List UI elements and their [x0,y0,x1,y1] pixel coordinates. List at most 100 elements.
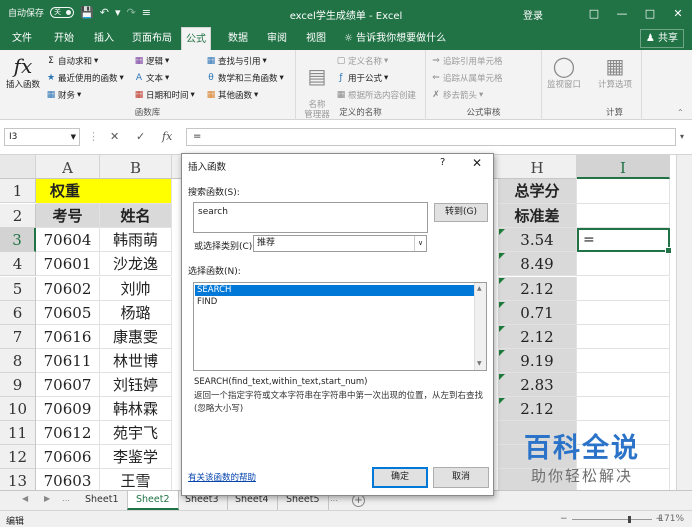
list-item-search[interactable]: SEARCH [195,285,475,296]
scroll-down-icon[interactable]: ▼ [477,360,482,367]
insert-function-button[interactable]: fx 插入函数 [3,54,43,90]
enter-check-icon[interactable]: ✓ [136,128,145,146]
row-header-9[interactable]: 9 [0,373,36,397]
login-link[interactable]: 登录 [523,7,543,22]
cell-std[interactable]: 9.19 [498,349,577,373]
cell-i[interactable] [577,349,670,373]
name-box[interactable]: I3 ▼ [4,128,80,146]
cell-id[interactable]: 70609 [36,397,100,421]
row-header-10[interactable]: 10 [0,397,36,421]
row-header-6[interactable]: 6 [0,301,36,325]
cell-i2[interactable] [577,204,670,228]
row-header-8[interactable]: 8 [0,349,36,373]
cell-h1[interactable]: 总学分 [498,179,577,204]
cell-name[interactable]: 林世博 [100,349,172,373]
cell-std[interactable]: 2.12 [498,277,577,301]
cell-id[interactable]: 70606 [36,445,100,469]
share-button[interactable]: ♟ 共享 [639,29,684,48]
formula-input[interactable]: = [186,128,676,146]
cell-id[interactable]: 70616 [36,325,100,349]
tab-formulas[interactable]: 公式 [181,27,211,50]
zoom-out-icon[interactable]: − [560,514,568,524]
minimize-icon[interactable]: — [608,0,636,27]
lookup-button[interactable]: ▦ 查找与引用 ▾ [206,55,267,67]
cell-i1[interactable] [577,179,670,204]
tab-view[interactable]: 视图 [302,27,330,50]
cell-name[interactable]: 康惠雯 [100,325,172,349]
cell-i[interactable] [577,252,670,276]
cell-id[interactable]: 70605 [36,301,100,325]
row-header-5[interactable]: 5 [0,277,36,301]
goto-button[interactable]: 转到(G) [434,203,488,222]
cell-std[interactable]: 8.49 [498,252,577,276]
cell-name[interactable]: 韩林霖 [100,397,172,421]
cell-name[interactable]: 沙龙逸 [100,252,172,276]
logical-button[interactable]: ▦ 逻辑 ▾ [134,55,170,67]
use-in-formula-button[interactable]: ƒ 用于公式 ▾ [336,72,388,84]
tab-file[interactable]: 文件 [8,27,36,50]
recent-functions-button[interactable]: ★ 最近使用的函数 ▾ [46,72,124,84]
cell-b2[interactable]: 姓名 [100,204,172,228]
collapse-ribbon-icon[interactable]: ⌃ [677,108,684,117]
tab-data[interactable]: 数据 [224,27,252,50]
trace-precedents-button[interactable]: ⇒ 追踪引用单元格 [431,55,502,67]
tab-page-layout[interactable]: 页面布局 [128,27,176,50]
cell-std[interactable]: 2.83 [498,373,577,397]
scroll-up-icon[interactable]: ▲ [477,285,482,292]
cell-std[interactable]: 2.12 [498,325,577,349]
function-list[interactable]: SEARCH FIND ▲ ▼ [193,282,487,371]
maximize-icon[interactable]: □ [636,0,664,27]
cell-a1[interactable]: 权重 [36,179,172,204]
cell-name[interactable]: 苑宇飞 [100,421,172,445]
calc-options-button[interactable]: ▦ 计算选项 [590,54,640,90]
list-scrollbar[interactable]: ▲ ▼ [474,283,486,370]
row-header-7[interactable]: 7 [0,325,36,349]
row-header-2[interactable]: 2 [0,204,36,228]
sheet-tab-sheet1[interactable]: Sheet1 [77,491,128,510]
cell-i[interactable] [577,325,670,349]
autosum-button[interactable]: Σ 自动求和 ▾ [46,55,98,67]
more-sheets-icon[interactable]: … [62,494,70,503]
close-icon[interactable]: ✕ [472,156,482,170]
cell-name[interactable]: 杨璐 [100,301,172,325]
cell-std[interactable]: 0.71 [498,301,577,325]
define-name-button[interactable]: ▢ 定义名称 ▾ [336,55,389,67]
cell-id[interactable]: 70612 [36,421,100,445]
cancel-icon[interactable]: ✕ [110,128,119,146]
zoom-level[interactable]: 171% [658,514,684,524]
cell-h2[interactable]: 标准差 [498,204,577,228]
cell-i[interactable] [577,301,670,325]
cell-std[interactable]: 2.12 [498,397,577,421]
column-header-i[interactable]: I [577,155,670,179]
other-functions-button[interactable]: ▦ 其他函数 ▾ [206,89,259,101]
tab-review[interactable]: 审阅 [263,27,291,50]
select-all-corner[interactable] [0,155,36,179]
vertical-scrollbar[interactable] [676,155,692,490]
create-from-selection-button[interactable]: ▦ 根据所选内容创建 [336,89,416,101]
cell-name[interactable]: 王雪 [100,469,172,490]
row-header-1[interactable]: 1 [0,179,36,203]
next-sheet-icon[interactable]: ▶ [44,494,50,503]
cell-i[interactable] [577,277,670,301]
search-function-input[interactable]: search [193,202,428,233]
prev-sheet-icon[interactable]: ◀ [22,494,28,503]
cell-id[interactable]: 70604 [36,228,100,252]
row-header-3[interactable]: 3 [0,228,36,252]
row-header-4[interactable]: 4 [0,252,36,276]
zoom-slider[interactable] [571,515,652,523]
remove-arrows-button[interactable]: ✗ 移去箭头 ▾ [431,89,483,101]
sheet-tab-sheet2[interactable]: Sheet2 [127,491,179,510]
cell-i[interactable] [577,397,670,421]
row-header-12[interactable]: 12 [0,445,36,469]
column-header-a[interactable]: A [36,155,100,179]
ok-button[interactable]: 确定 [372,467,428,488]
financial-button[interactable]: ▦ 财务 ▾ [46,89,82,101]
expand-formula-bar-icon[interactable]: ▾ [680,128,684,146]
trace-dependents-button[interactable]: ⇐ 追踪从属单元格 [431,72,502,84]
list-item-find[interactable]: FIND [195,297,217,308]
cell-id[interactable]: 70602 [36,277,100,301]
cancel-button[interactable]: 取消 [433,467,489,488]
tell-me-box[interactable]: ☼ 告诉我你想要做什么 [340,27,450,50]
text-button[interactable]: A 文本 ▾ [134,72,169,84]
active-cell-i3[interactable]: = [577,228,672,254]
